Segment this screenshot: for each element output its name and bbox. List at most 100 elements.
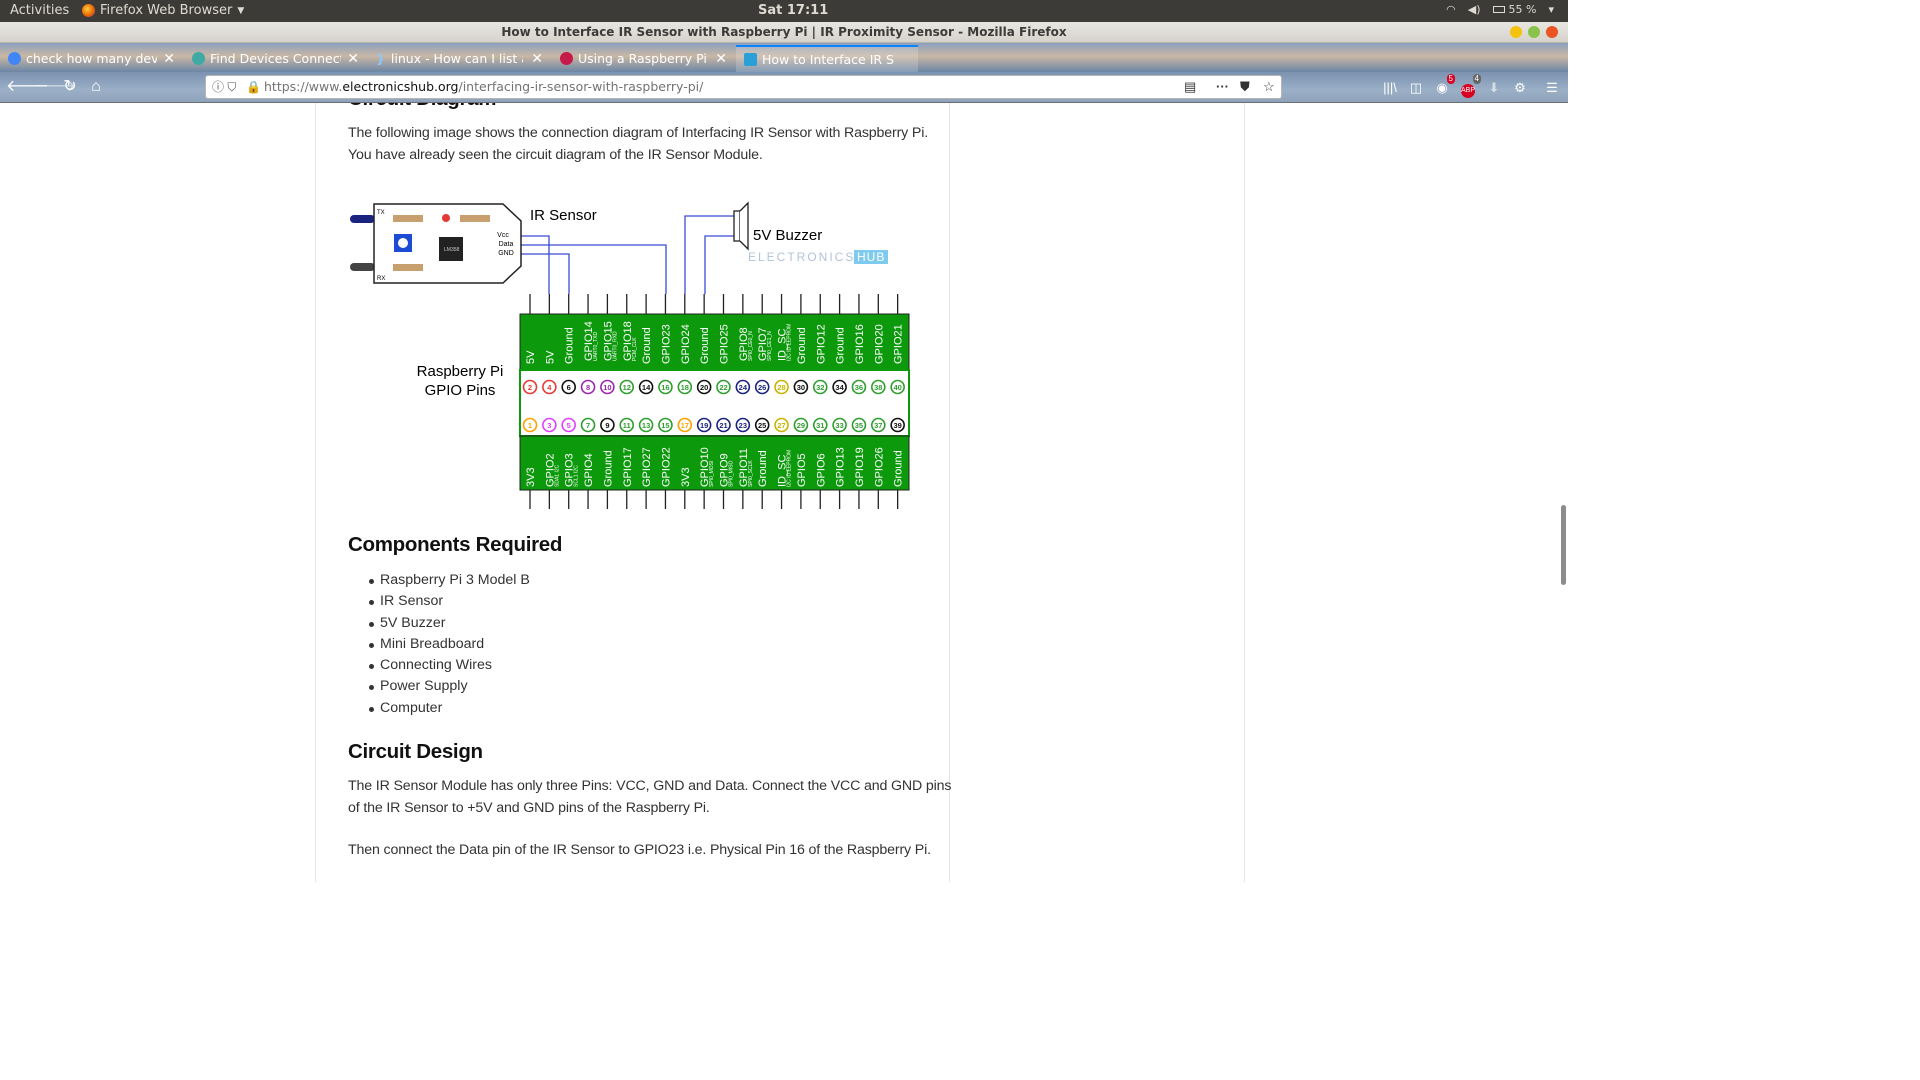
bottom-pin-sublabel: SPI0_SCLK — [748, 460, 754, 487]
site-favicon-icon — [192, 52, 205, 65]
top-pin-number: 18 — [681, 383, 689, 392]
system-tray[interactable]: ◠ ◀) 55 % ▾ — [1446, 3, 1554, 16]
page-scrollbar[interactable] — [1561, 505, 1566, 585]
bottom-pin-label: Ground — [893, 450, 905, 487]
navigation-toolbar: 🡐 🡒 ↻ ⌂ ⓘ ⛉ 🔒 https://www.electronicshub… — [0, 72, 1568, 103]
bottom-pin-label: GPIO17 — [622, 447, 634, 487]
top-pin-number: 20 — [700, 383, 708, 392]
top-pin-sublabel: I2C ID EEPROM — [787, 324, 793, 361]
components-list: Raspberry Pi 3 Model B IR Sensor 5V Buzz… — [348, 570, 748, 719]
resistor-icon — [393, 215, 423, 222]
bottom-pin-number: 31 — [816, 421, 824, 430]
bottom-pin-number: 33 — [835, 421, 843, 430]
design-paragraph-1: The IR Sensor Module has only three Pins… — [348, 778, 952, 816]
volume-icon: ◀) — [1467, 3, 1481, 16]
forward-button[interactable]: 🡒 — [33, 77, 76, 97]
circuit-diagram-heading: Circuit Diagram — [348, 103, 496, 111]
rpi-label-line2: GPIO Pins — [425, 382, 496, 399]
lock-icon: 🔒 — [246, 80, 261, 94]
bottom-pin-label: 3V3 — [680, 467, 692, 487]
bottom-pin-number: 7 — [586, 421, 590, 430]
system-top-bar: Activities Firefox Web Browser ▼ Sat 17:… — [0, 0, 1568, 22]
extension-icon[interactable]: ◉ 5 — [1432, 74, 1455, 98]
battery-icon — [1492, 6, 1505, 13]
ir-led-tx — [350, 215, 375, 223]
bottom-pin-label: GPIO4 — [583, 453, 595, 487]
ir-sensor-module: TX RX LM358 Vcc Data GND — [350, 203, 522, 284]
minimize-button[interactable] — [1510, 26, 1522, 38]
top-pin-label: Ground — [835, 327, 847, 364]
page-actions-icon[interactable]: ··· — [1216, 76, 1229, 98]
close-tab-icon[interactable]: ✕ — [709, 51, 727, 67]
sidebar-icon[interactable]: ◫ — [1406, 78, 1426, 98]
bottom-pin-number: 15 — [661, 421, 669, 430]
top-pin-sublabel: PCM_CLK — [632, 337, 638, 361]
maximize-button[interactable] — [1528, 26, 1540, 38]
url-bar[interactable]: ⓘ ⛉ 🔒 https://www.electronicshub.org/int… — [205, 75, 1282, 99]
gpio-header-top — [519, 313, 910, 371]
tab-linux-list-ip[interactable]: } linux - How can I list all IP ✕ — [368, 45, 551, 72]
bottom-pin-number: 23 — [739, 421, 747, 430]
bottom-pin-label: GPIO26 — [873, 447, 885, 487]
download-icon[interactable]: ⬇ — [1484, 78, 1504, 98]
watermark-hub-text: HUB — [857, 250, 885, 264]
window-title: How to Interface IR Sensor with Raspberr… — [501, 25, 1067, 39]
home-button[interactable]: ⌂ — [86, 77, 106, 97]
menu-hamburger-icon[interactable]: ☰ — [1542, 78, 1562, 98]
bottom-pin-label: GPIO19 — [854, 447, 866, 487]
pocket-icon[interactable]: ⛊ — [1240, 76, 1250, 98]
reload-button[interactable]: ↻ — [60, 77, 80, 97]
tab-find-devices[interactable]: Find Devices Connected ✕ — [184, 45, 367, 72]
top-pin-number: 2 — [528, 383, 532, 392]
close-tab-icon[interactable]: ✕ — [157, 51, 175, 67]
tab-interface-ir-sensor[interactable]: How to Interface IR Sens — [736, 45, 918, 72]
bookmark-star-icon[interactable]: ☆ — [1263, 76, 1275, 98]
tab-raspberry-pi-dist[interactable]: Using a Raspberry Pi dist ✕ — [552, 45, 735, 72]
close-tab-icon[interactable]: ✕ — [341, 51, 359, 67]
bottom-pin-number: 27 — [777, 421, 785, 430]
ir-led-rx — [350, 263, 375, 271]
top-pin-label: Ground — [699, 327, 711, 364]
bottom-pin-number: 1 — [528, 421, 532, 430]
back-button[interactable]: 🡐 — [6, 77, 49, 97]
top-pin-number: 10 — [603, 383, 611, 392]
pin-gnd-label: GND — [498, 250, 514, 257]
top-pin-sublabel: SPI0_CE1_N — [767, 331, 773, 361]
tab-strip: check how many devices ✕ Find Devices Co… — [0, 43, 1568, 72]
potentiometer-knob-icon — [398, 238, 408, 248]
top-pin-number: 26 — [758, 383, 766, 392]
bottom-pin-number: 13 — [642, 421, 650, 430]
ir-sensor-wiring-diagram: TX RX LM358 Vcc Data GND IR Sensor 5V Bu… — [350, 201, 910, 509]
list-item: Power Supply — [348, 676, 748, 697]
top-pin-number: 14 — [642, 383, 651, 392]
activities-button[interactable]: Activities — [10, 3, 69, 18]
chip-label: LM358 — [444, 247, 460, 253]
sync-icon[interactable]: ⚙ — [1510, 78, 1530, 98]
wire-buzzer-b — [704, 235, 736, 294]
top-pin-number: 34 — [835, 383, 844, 392]
pin-vcc-label: Vcc — [497, 232, 509, 239]
close-tab-icon[interactable]: ✕ — [525, 51, 543, 67]
tab-label: check how many devices — [26, 51, 158, 66]
top-pin-sublabel: SPI0_CE0_N — [748, 331, 754, 361]
clock[interactable]: Sat 17:11 — [758, 3, 828, 18]
resistor-icon — [460, 215, 490, 222]
bottom-pin-number: 35 — [855, 421, 863, 430]
top-pin-label: GPIO16 — [854, 324, 866, 364]
url-text[interactable]: https://www.electronicshub.org/interfaci… — [264, 76, 703, 98]
close-window-button[interactable] — [1546, 26, 1558, 38]
reader-view-icon[interactable]: ▤ — [1184, 76, 1196, 98]
tab-check-devices[interactable]: check how many devices ✕ — [0, 45, 183, 72]
app-menu[interactable]: Firefox Web Browser ▼ — [82, 3, 244, 18]
list-item: 5V Buzzer — [348, 613, 748, 634]
buzzer-icon — [733, 201, 749, 251]
app-menu-label: Firefox Web Browser — [100, 3, 233, 18]
adblock-icon[interactable]: ABP 4 — [1458, 74, 1481, 98]
site-info-icon[interactable]: ⓘ ⛉ — [212, 76, 236, 98]
bottom-pin-label: Ground — [757, 450, 769, 487]
raspberry-icon — [560, 52, 573, 65]
battery-level: 55 % — [1508, 3, 1537, 16]
bottom-pin-sublabel: SPI0_MISO — [729, 460, 735, 487]
library-icon[interactable]: |||\ — [1380, 78, 1400, 98]
top-pin-label: Ground — [796, 327, 808, 364]
